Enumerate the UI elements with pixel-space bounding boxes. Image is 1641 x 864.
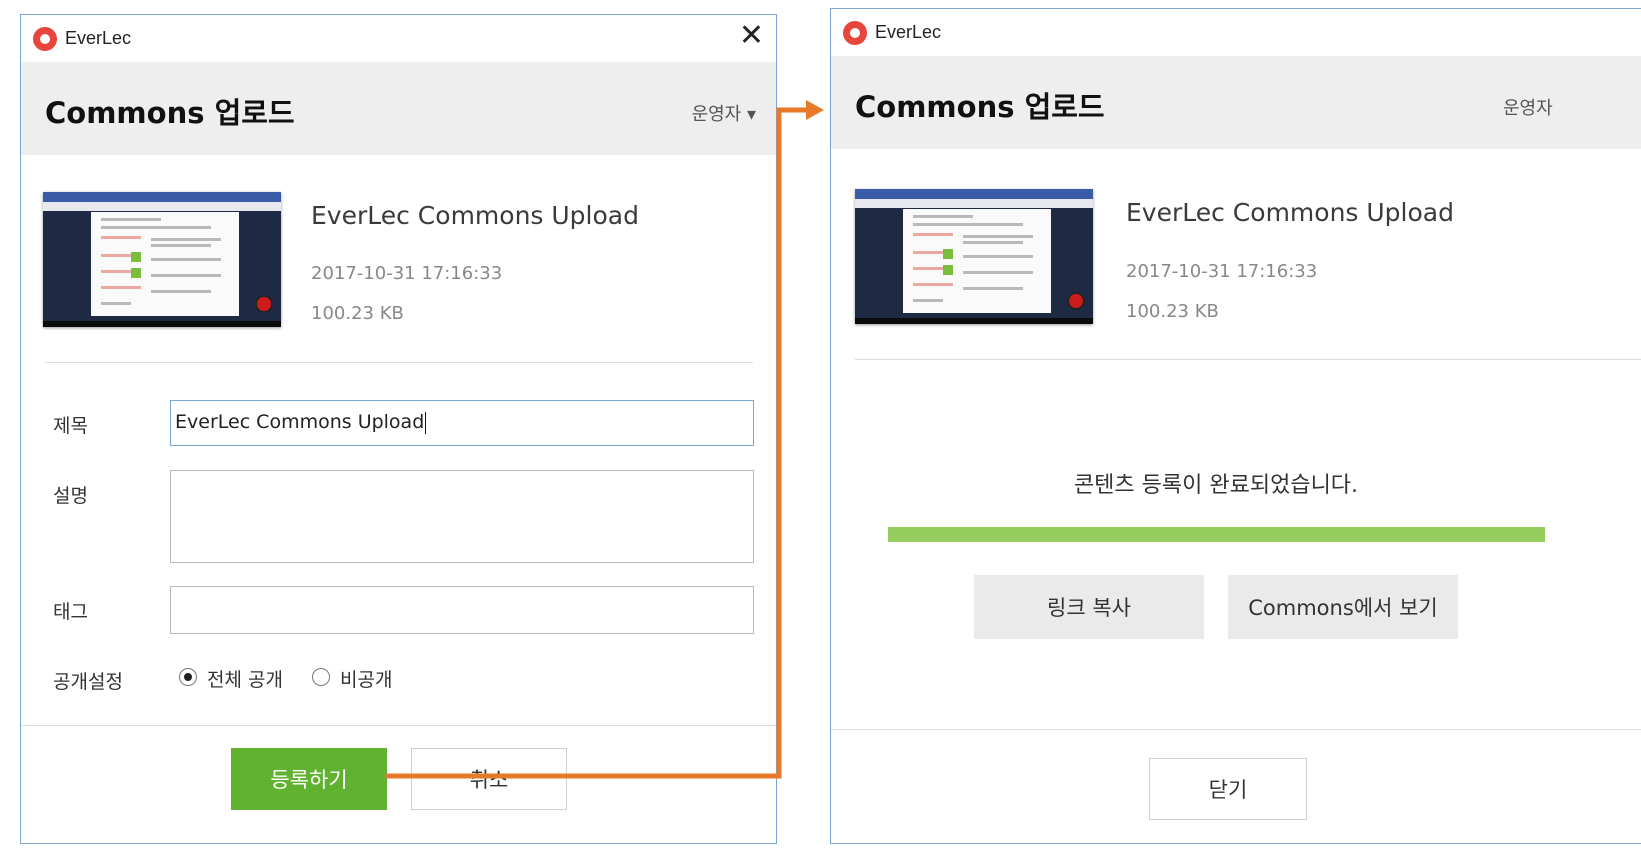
arrow-line xyxy=(385,107,808,779)
arrow-head xyxy=(806,100,824,120)
orange-flow-arrow xyxy=(385,100,824,779)
